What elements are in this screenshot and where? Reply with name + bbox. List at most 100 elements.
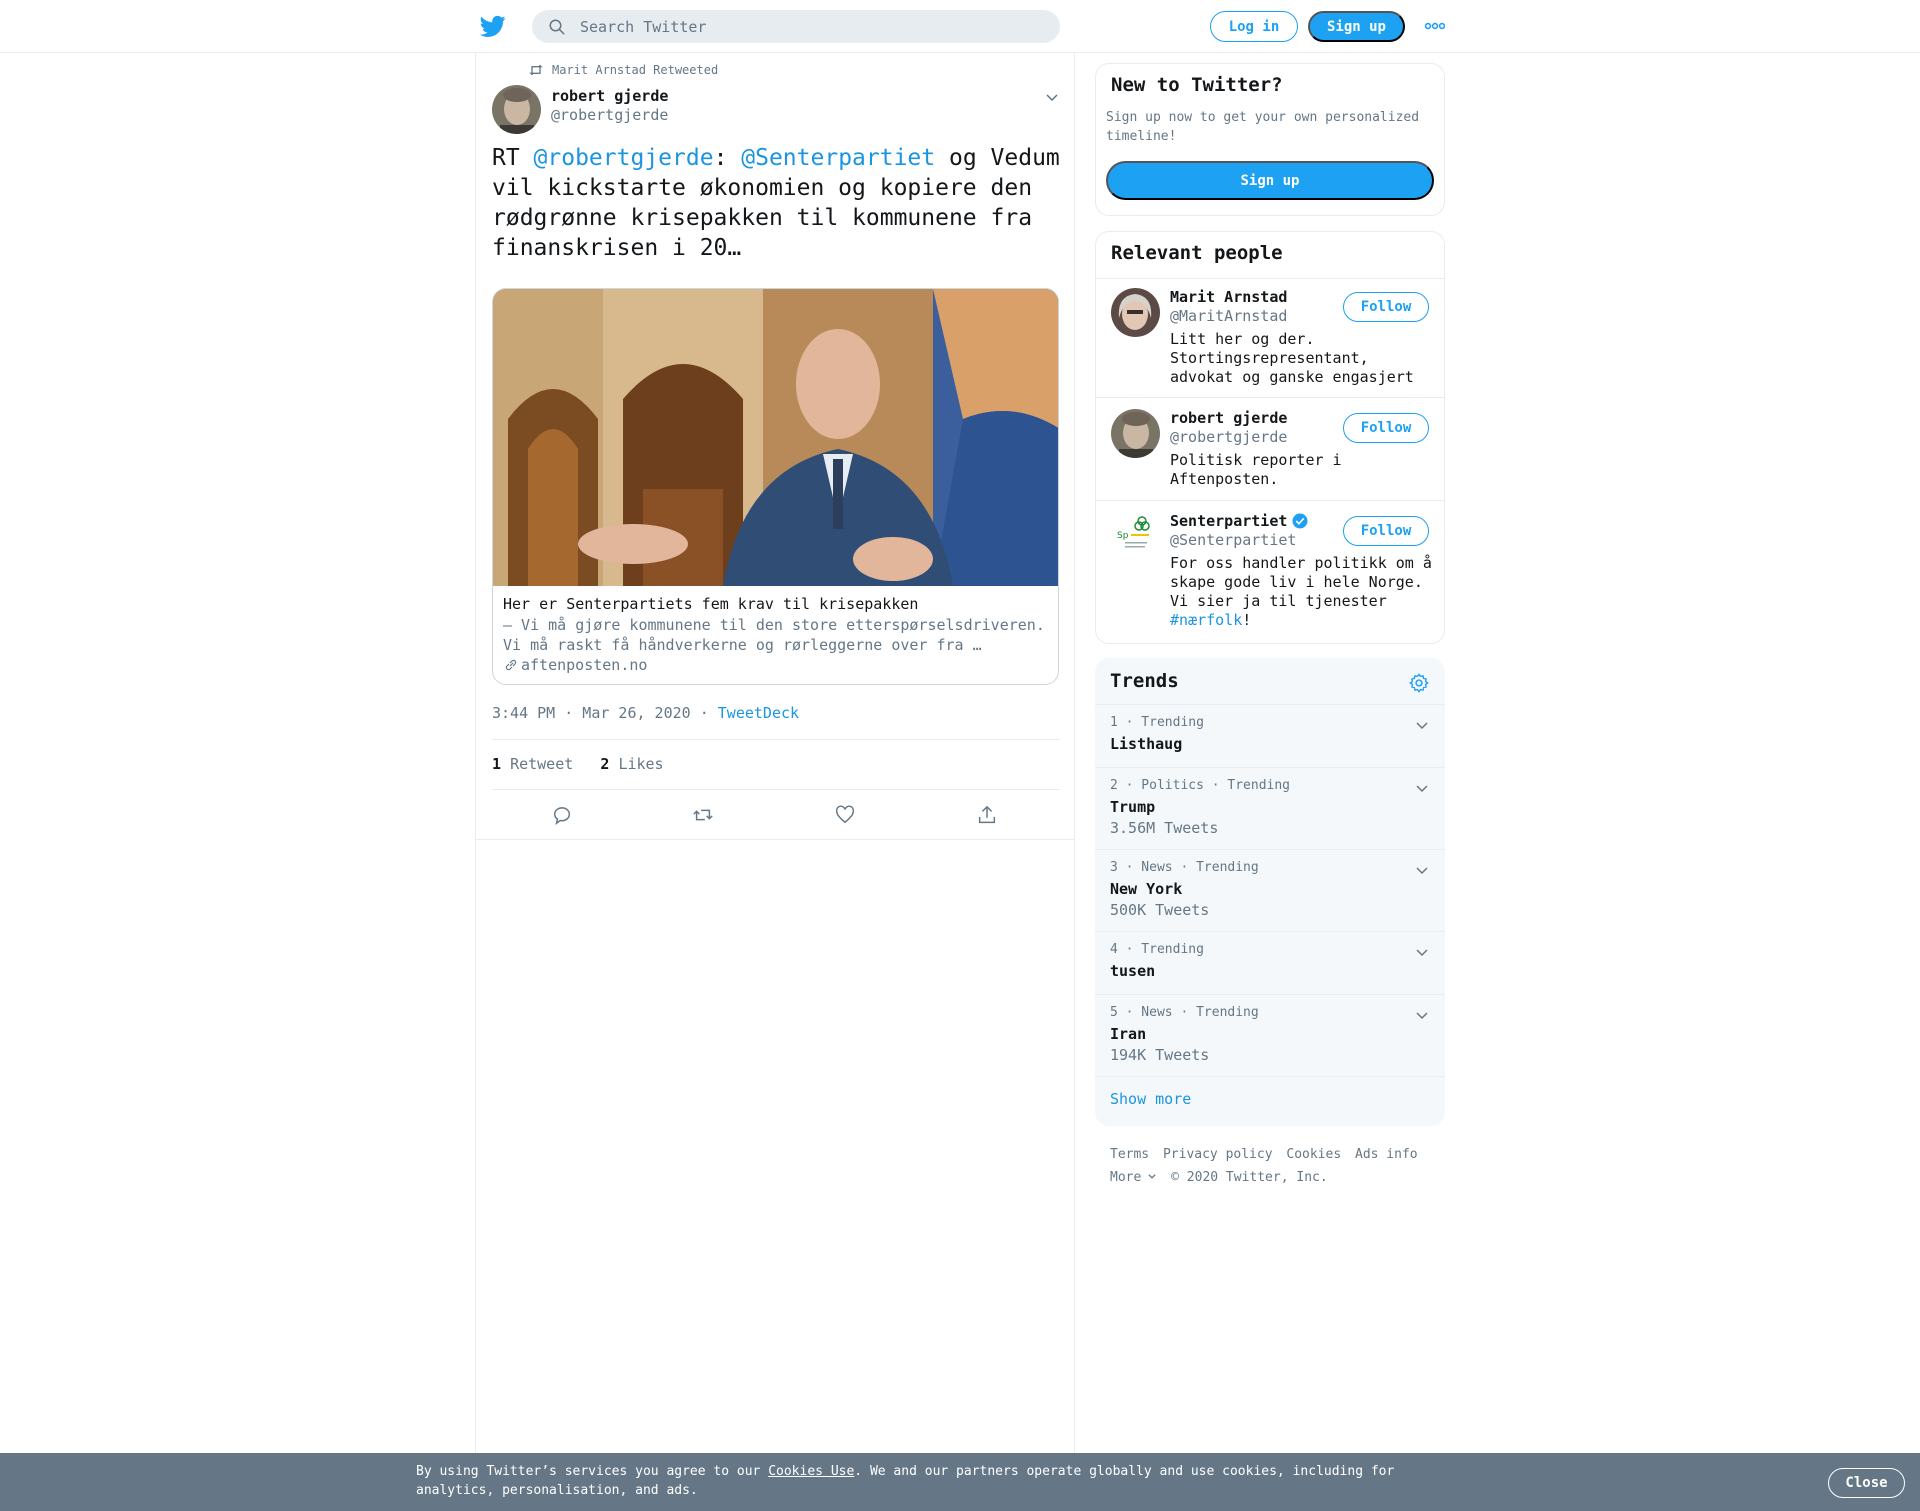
footer-more-label: More bbox=[1110, 1170, 1142, 1185]
signup-button[interactable]: Sign up bbox=[1308, 11, 1405, 42]
footer-link-ads-info[interactable]: Ads info bbox=[1355, 1147, 1418, 1162]
trend-item[interactable]: 1 · Trending Listhaug bbox=[1095, 704, 1445, 767]
share-icon[interactable] bbox=[976, 804, 998, 826]
new-to-twitter-panel: New to Twitter? Sign up now to get your … bbox=[1095, 63, 1445, 216]
person-handle[interactable]: @robertgjerde bbox=[1170, 428, 1287, 446]
person-bio: Litt her og der. Stortingsrepresentant, … bbox=[1170, 330, 1414, 386]
footer-link-cookies[interactable]: Cookies bbox=[1286, 1147, 1341, 1162]
reply-icon[interactable] bbox=[551, 804, 573, 826]
tweet-source-link[interactable]: TweetDeck bbox=[718, 704, 799, 722]
tweet-stats: 1 Retweet 2 Likes bbox=[492, 755, 664, 773]
like-heart-icon[interactable] bbox=[834, 804, 856, 826]
login-button[interactable]: Log in bbox=[1210, 11, 1298, 42]
search-box[interactable] bbox=[532, 10, 1060, 43]
card-title: Her er Senterpartiets fem krav til krise… bbox=[503, 595, 919, 613]
show-more-link[interactable]: Show more bbox=[1110, 1090, 1191, 1108]
bio-suffix: ! bbox=[1242, 611, 1252, 629]
divider bbox=[1096, 278, 1444, 279]
trend-item[interactable]: 5 · News · Trending Iran 194K Tweets bbox=[1095, 994, 1445, 1076]
top-bar: Log in Sign up bbox=[0, 0, 1920, 53]
footer-link-privacy[interactable]: Privacy policy bbox=[1163, 1147, 1273, 1162]
tweet-text-colon: : bbox=[713, 145, 742, 171]
retweet-context: Marit Arnstad Retweeted bbox=[528, 63, 718, 77]
card-description: – Vi må gjøre kommunene til den store et… bbox=[503, 616, 1045, 654]
hashtag-link[interactable]: #nærfolk bbox=[1170, 611, 1242, 629]
more-dots-icon[interactable] bbox=[1425, 19, 1445, 33]
divider bbox=[492, 739, 1060, 740]
trend-name: New York bbox=[1110, 880, 1183, 898]
footer-link-terms[interactable]: Terms bbox=[1110, 1147, 1149, 1162]
retweeted-by-text[interactable]: Marit Arnstad Retweeted bbox=[552, 63, 718, 77]
divider bbox=[1096, 397, 1444, 398]
avatar[interactable]: Sp bbox=[1111, 512, 1160, 561]
author-handle[interactable]: @robertgjerde bbox=[551, 106, 668, 124]
retweet-icon[interactable] bbox=[692, 804, 714, 826]
footer-more-button[interactable]: More bbox=[1110, 1170, 1157, 1185]
chevron-down-icon[interactable] bbox=[1414, 780, 1430, 796]
trend-item[interactable]: 4 · Trending tusen bbox=[1095, 931, 1445, 994]
person-name-text: Senterpartiet bbox=[1170, 512, 1288, 530]
trend-meta: 3 · News · Trending bbox=[1110, 860, 1259, 875]
trend-name: Trump bbox=[1110, 798, 1156, 816]
trend-item[interactable]: 3 · News · Trending New York 500K Tweets bbox=[1095, 849, 1445, 931]
search-input[interactable] bbox=[580, 10, 1040, 43]
retweet-icon bbox=[529, 64, 543, 76]
panel-text: Sign up now to get your own personalized… bbox=[1106, 110, 1420, 144]
relevant-people-panel: Relevant people Marit Arnstad @MaritArns… bbox=[1095, 231, 1445, 644]
chevron-down-icon[interactable] bbox=[1414, 944, 1430, 960]
person-bio: Politisk reporter i Aftenposten. bbox=[1170, 451, 1342, 488]
trend-name: Listhaug bbox=[1110, 735, 1183, 753]
trend-count: 194K Tweets bbox=[1110, 1046, 1210, 1064]
author-avatar[interactable] bbox=[492, 85, 541, 134]
divider bbox=[476, 839, 1074, 840]
tweet-actions bbox=[492, 790, 1060, 840]
tweet-timestamp[interactable]: 3:44 PM · Mar 26, 2020 bbox=[492, 704, 691, 722]
person-name-text: robert gjerde bbox=[1170, 409, 1288, 427]
likes-stat[interactable]: 2 Likes bbox=[600, 755, 663, 773]
cookie-banner: By using Twitter’s services you agree to… bbox=[0, 1453, 1920, 1511]
link-card[interactable]: Her er Senterpartiets fem krav til krise… bbox=[492, 288, 1059, 685]
link-icon bbox=[505, 659, 517, 671]
chevron-down-icon bbox=[1148, 1174, 1156, 1179]
cookies-use-link[interactable]: Cookies Use bbox=[768, 1464, 854, 1479]
divider bbox=[1095, 1076, 1445, 1077]
bio-text: For oss handler politikk om å skape gode… bbox=[1170, 554, 1432, 610]
person-name[interactable]: Marit Arnstad bbox=[1170, 288, 1287, 306]
avatar[interactable] bbox=[1111, 288, 1160, 337]
trend-item[interactable]: 2 · Politics · Trending Trump 3.56M Twee… bbox=[1095, 767, 1445, 849]
person-name[interactable]: robert gjerde bbox=[1170, 409, 1287, 427]
search-icon bbox=[549, 19, 565, 35]
person-name[interactable]: Senterpartiet bbox=[1170, 512, 1309, 530]
author-name[interactable]: robert gjerde bbox=[551, 87, 668, 105]
person-bio: For oss handler politikk om å skape gode… bbox=[1170, 554, 1438, 630]
retweets-stat[interactable]: 1 Retweet bbox=[492, 755, 573, 773]
twitter-bird-icon[interactable] bbox=[480, 13, 506, 39]
meta-separator: · bbox=[690, 704, 718, 722]
sidebar-signup-button[interactable]: Sign up bbox=[1106, 161, 1434, 200]
mention-link[interactable]: @robertgjerde bbox=[534, 145, 714, 171]
copyright: © 2020 Twitter, Inc. bbox=[1171, 1170, 1328, 1185]
person-handle[interactable]: @MaritArnstad bbox=[1170, 307, 1287, 325]
cookie-close-button[interactable]: Close bbox=[1828, 1468, 1905, 1498]
trend-name: Iran bbox=[1110, 1025, 1147, 1043]
avatar[interactable] bbox=[1111, 409, 1160, 458]
chevron-down-icon[interactable] bbox=[1044, 89, 1060, 105]
follow-button[interactable]: Follow bbox=[1343, 413, 1429, 443]
person-name-text: Marit Arnstad bbox=[1170, 288, 1288, 306]
retweets-count: 1 bbox=[492, 755, 502, 773]
follow-button[interactable]: Follow bbox=[1343, 516, 1429, 546]
mention-link[interactable]: @Senterpartiet bbox=[741, 145, 935, 171]
main-column: Marit Arnstad Retweeted robert gjerde @r… bbox=[475, 53, 1075, 1453]
person-handle[interactable]: @Senterpartiet bbox=[1170, 531, 1296, 549]
likes-label: Likes bbox=[618, 755, 664, 773]
trend-name: tusen bbox=[1110, 962, 1156, 980]
chevron-down-icon[interactable] bbox=[1414, 717, 1430, 733]
follow-button[interactable]: Follow bbox=[1343, 292, 1429, 322]
gear-icon[interactable] bbox=[1408, 672, 1430, 694]
chevron-down-icon[interactable] bbox=[1414, 1007, 1430, 1023]
tweet-text: RT @robertgjerde: @Senterpartiet og Vedu… bbox=[492, 143, 1062, 263]
tweet-meta: 3:44 PM · Mar 26, 2020 · TweetDeck bbox=[492, 704, 799, 722]
tweet-text-prefix: RT bbox=[492, 145, 534, 171]
panel-title: Relevant people bbox=[1111, 242, 1283, 264]
chevron-down-icon[interactable] bbox=[1414, 862, 1430, 878]
